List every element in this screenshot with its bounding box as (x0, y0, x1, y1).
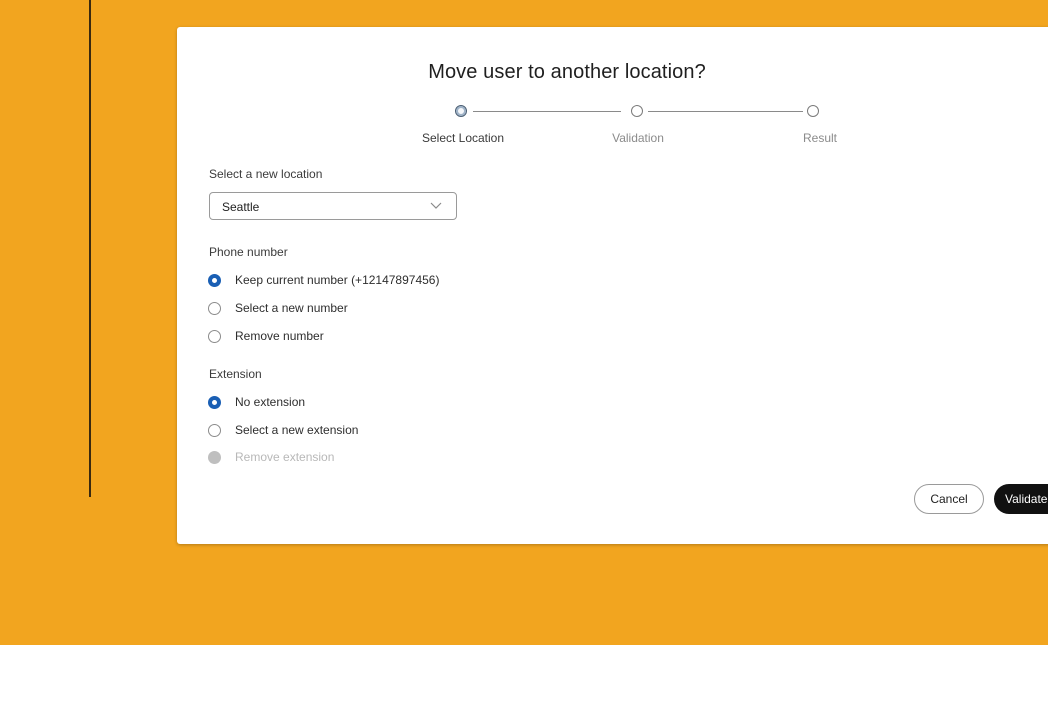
step-label-result: Result (802, 131, 838, 145)
radio-label: Remove number (235, 329, 324, 343)
step-label-select-location: Select Location (421, 131, 505, 145)
radio-label: Select a new extension (235, 423, 359, 437)
validate-button[interactable]: Validate (994, 484, 1048, 514)
chevron-down-icon (430, 202, 442, 209)
radio-button[interactable] (208, 274, 221, 287)
radio-button[interactable] (208, 302, 221, 315)
stepper: Select Location Validation Result (177, 27, 957, 167)
radio-label: Remove extension (235, 450, 335, 464)
step-dot-validation (631, 105, 643, 117)
phone-number-label: Phone number (209, 245, 288, 259)
step-connector (473, 111, 621, 112)
location-label: Select a new location (209, 167, 323, 181)
step-label-validation: Validation (612, 131, 664, 145)
step-dot-select-location (455, 105, 467, 117)
step-dot-result (807, 105, 819, 117)
extension-label: Extension (209, 367, 262, 381)
location-select-value: Seattle (222, 200, 260, 214)
radio-button-disabled (208, 451, 221, 464)
radio-button[interactable] (208, 330, 221, 343)
radio-button[interactable] (208, 424, 221, 437)
move-user-dialog: Move user to another location? Select Lo… (177, 27, 1048, 544)
location-select[interactable]: Seattle (209, 192, 457, 220)
step-connector (648, 111, 803, 112)
radio-button[interactable] (208, 396, 221, 409)
radio-label: Select a new number (235, 301, 348, 315)
divider-line (89, 0, 91, 497)
cancel-button[interactable]: Cancel (914, 484, 984, 514)
radio-label: Keep current number (+12147897456) (235, 273, 440, 287)
radio-label: No extension (235, 395, 306, 409)
